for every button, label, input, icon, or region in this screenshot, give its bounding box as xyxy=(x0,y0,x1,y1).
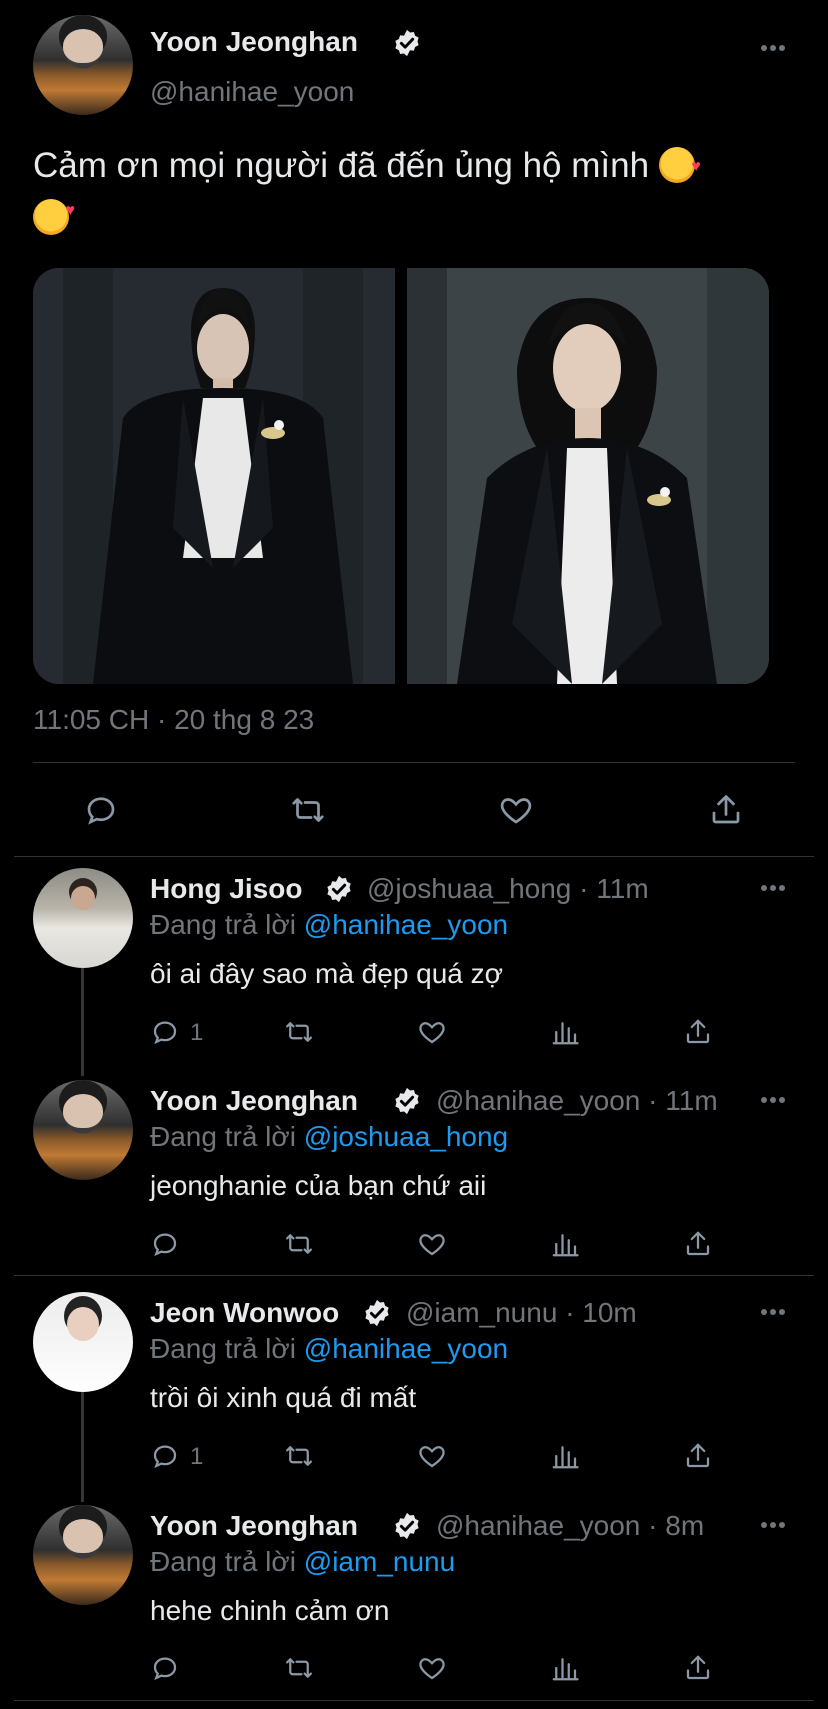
replying-to-mention[interactable]: @hanihae_yoon xyxy=(304,909,508,940)
replying-to-label: Đang trả lời @hanihae_yoon xyxy=(150,909,508,941)
portrait-standing-illustration xyxy=(33,268,395,684)
retweet-icon[interactable] xyxy=(284,1017,314,1047)
replying-prefix: Đang trả lời xyxy=(150,909,296,940)
replying-to-mention[interactable]: @hanihae_yoon xyxy=(304,1333,508,1364)
reply-author-handle[interactable]: @hanihae_yoon · 11m xyxy=(436,1085,718,1117)
verified-badge-icon xyxy=(395,1087,419,1115)
retweet-icon[interactable] xyxy=(284,1653,314,1683)
views-icon[interactable] xyxy=(550,1229,580,1259)
divider xyxy=(14,856,814,857)
reply-author-name[interactable]: Hong Jisoo xyxy=(150,873,302,905)
handle-text: @hanihae_yoon xyxy=(436,1085,641,1116)
replying-prefix: Đang trả lời xyxy=(150,1121,296,1152)
share-icon[interactable] xyxy=(683,1441,713,1471)
smiling-face-with-hearts-icon xyxy=(658,141,701,193)
reply-icon[interactable] xyxy=(150,1441,180,1471)
replying-to-mention[interactable]: @joshuaa_hong xyxy=(304,1121,508,1152)
tweet-photo-1[interactable] xyxy=(33,268,395,684)
verified-badge-icon xyxy=(365,1299,389,1327)
reply-time: · 8m xyxy=(648,1510,705,1541)
reply-time: · 11m xyxy=(579,873,649,904)
replying-prefix: Đang trả lời xyxy=(150,1333,296,1364)
share-icon[interactable] xyxy=(683,1229,713,1259)
reply-count: 1 xyxy=(190,1443,204,1470)
thread-line xyxy=(81,968,84,1076)
reply-text: hehe chinh cảm ơn xyxy=(150,1595,390,1626)
portrait-smiling-illustration xyxy=(407,268,769,684)
more-options-icon[interactable] xyxy=(760,884,786,892)
replying-to-mention[interactable]: @iam_nunu xyxy=(304,1546,455,1577)
share-icon[interactable] xyxy=(683,1017,713,1047)
tweet-photo-2[interactable] xyxy=(407,268,769,684)
retweet-icon[interactable] xyxy=(290,792,326,828)
retweet-icon[interactable] xyxy=(284,1441,314,1471)
like-icon[interactable] xyxy=(417,1229,447,1259)
reply-time: · 10m xyxy=(565,1297,637,1328)
share-icon[interactable] xyxy=(683,1653,713,1683)
reply-author-avatar[interactable] xyxy=(33,1080,133,1180)
main-tweet-text: Cảm ơn mọi người đã đến ủng hộ mình xyxy=(33,140,803,244)
main-author-name[interactable]: Yoon Jeonghan xyxy=(150,26,358,58)
like-icon[interactable] xyxy=(498,792,534,828)
verified-badge-icon xyxy=(327,875,351,903)
reply-author-handle[interactable]: @hanihae_yoon · 8m xyxy=(436,1510,704,1542)
reply-time: · 11m xyxy=(648,1085,718,1116)
reply-icon[interactable] xyxy=(83,792,119,828)
reply-text: ôi ai đây sao mà đẹp quá zợ xyxy=(150,958,504,989)
verified-badge-icon xyxy=(395,1512,419,1540)
reply-author-name[interactable]: Yoon Jeonghan xyxy=(150,1085,358,1117)
views-icon[interactable] xyxy=(550,1441,580,1471)
views-icon[interactable] xyxy=(550,1017,580,1047)
reply-author-handle[interactable]: @iam_nunu · 10m xyxy=(406,1297,637,1329)
reply-text: trồi ôi xinh quá đi mất xyxy=(150,1382,417,1413)
verified-badge-icon xyxy=(395,29,419,57)
replying-to-label: Đang trả lời @iam_nunu xyxy=(150,1546,455,1578)
retweet-icon[interactable] xyxy=(284,1229,314,1259)
reply-author-avatar[interactable] xyxy=(33,1505,133,1605)
replying-to-label: Đang trả lời @joshuaa_hong xyxy=(150,1121,508,1153)
more-options-icon[interactable] xyxy=(760,1308,786,1316)
tweet-timestamp[interactable]: 11:05 CH · 20 thg 8 23 xyxy=(33,704,314,736)
divider xyxy=(14,1700,814,1701)
like-icon[interactable] xyxy=(417,1441,447,1471)
main-author-handle[interactable]: @hanihae_yoon xyxy=(150,76,354,108)
divider xyxy=(33,762,795,763)
main-author-avatar[interactable] xyxy=(33,15,133,115)
reply-author-handle[interactable]: @joshuaa_hong · 11m xyxy=(367,873,649,905)
handle-text: @joshuaa_hong xyxy=(367,873,572,904)
tweet-body: Cảm ơn mọi người đã đến ủng hộ mình xyxy=(33,146,650,185)
share-icon[interactable] xyxy=(708,792,744,828)
divider xyxy=(14,1275,814,1276)
reply-text: jeonghanie của bạn chứ aii xyxy=(150,1170,487,1201)
like-icon[interactable] xyxy=(417,1017,447,1047)
more-options-icon[interactable] xyxy=(760,1521,786,1529)
reply-author-avatar[interactable] xyxy=(33,1292,133,1392)
like-icon[interactable] xyxy=(417,1653,447,1683)
handle-text: @iam_nunu xyxy=(406,1297,558,1328)
reply-count: 1 xyxy=(190,1019,204,1046)
reply-icon[interactable] xyxy=(150,1229,180,1259)
reply-author-avatar[interactable] xyxy=(33,868,133,968)
reply-author-name[interactable]: Jeon Wonwoo xyxy=(150,1297,339,1329)
handle-text: @hanihae_yoon xyxy=(436,1510,641,1541)
reply-author-name[interactable]: Yoon Jeonghan xyxy=(150,1510,358,1542)
more-options-icon[interactable] xyxy=(760,1096,786,1104)
face-blowing-kiss-icon xyxy=(33,185,75,237)
reply-icon[interactable] xyxy=(150,1017,180,1047)
reply-icon[interactable] xyxy=(150,1653,180,1683)
views-icon[interactable] xyxy=(550,1653,580,1683)
replying-prefix: Đang trả lời xyxy=(150,1546,296,1577)
replying-to-label: Đang trả lời @hanihae_yoon xyxy=(150,1333,508,1365)
thread-line xyxy=(81,1392,84,1502)
more-options-icon[interactable] xyxy=(760,44,786,52)
